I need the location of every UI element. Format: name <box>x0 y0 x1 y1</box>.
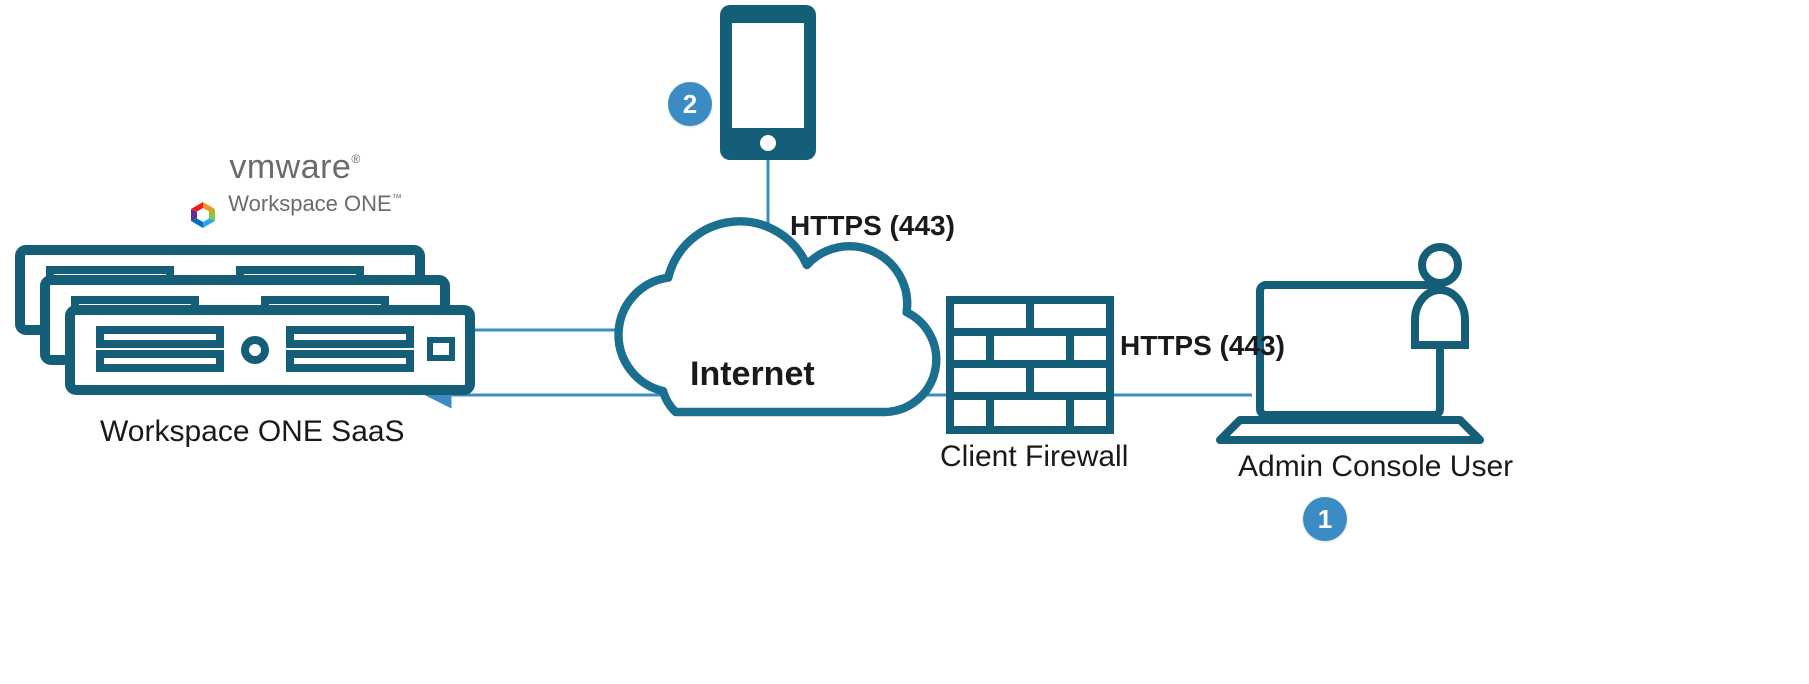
diagram-canvas <box>0 0 1809 684</box>
firewall-label: Client Firewall <box>940 440 1128 474</box>
firewall-icon <box>950 300 1110 430</box>
protocol-label-device: HTTPS (443) <box>790 210 955 242</box>
connector-device-to-servers <box>447 150 768 330</box>
badge-1: 1 <box>1303 497 1347 541</box>
servers-label: Workspace ONE SaaS <box>100 415 405 449</box>
vmware-wordmark: vmware® <box>175 148 415 187</box>
admin-label: Admin Console User <box>1238 450 1513 484</box>
mobile-device-icon <box>720 5 816 160</box>
badge-2: 2 <box>668 82 712 126</box>
vmware-brand: vmware® Workspace ONE™ <box>175 148 415 217</box>
cloud-label: Internet <box>690 355 815 394</box>
server-stack-icon <box>20 250 470 390</box>
protocol-label-admin: HTTPS (443) <box>1120 330 1285 362</box>
workspace-one-text: Workspace ONE <box>228 191 391 216</box>
